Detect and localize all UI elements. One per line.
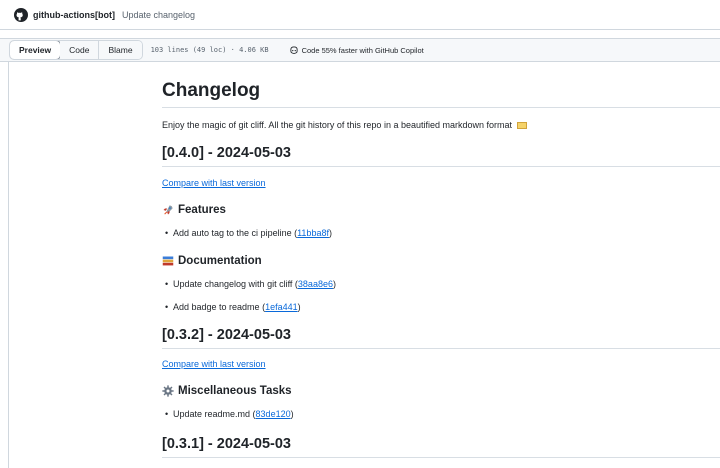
page-title: Changelog [162,80,720,108]
github-logo-icon [14,7,28,22]
list-item: Add auto tag to the ci pipeline (11bba8f… [165,228,332,238]
group-title: Documentation [178,255,262,267]
commit-hash-link[interactable]: 11bba8f [297,228,329,238]
tab-blame[interactable]: Blame [99,41,142,59]
list-item-text: Update readme.md [173,409,251,419]
group-title: Miscellaneous Tasks [178,385,292,397]
envelope-icon [516,122,527,130]
commit-hash-link[interactable]: 1efa441 [265,302,298,312]
view-mode-switcher: Preview Code Blame [9,40,143,60]
file-meta: 103 lines (49 loc) · 4.06 KB [150,46,269,54]
intro-paragraph: Enjoy the magic of git cliff. All the gi… [162,120,527,130]
section-heading-0-3-2: [0.3.2] - 2024-05-03 [162,327,720,349]
tab-code[interactable]: Code [60,41,100,59]
list-item: Add badge to readme (1efa441) [165,302,301,312]
commit-hash-link[interactable]: 83de120 [256,409,291,419]
group-heading-misc: Miscellaneous Tasks [162,385,292,397]
compare-link-0-4-0[interactable]: Compare with last version [162,178,266,188]
rocket-icon [163,205,173,215]
intro-text: Enjoy the magic of git cliff. All the gi… [162,120,513,130]
list-item-text: Add badge to readme [173,302,260,312]
compare-link-0-3-2[interactable]: Compare with last version [162,359,266,369]
books-icon [162,256,174,266]
commit-hash-link[interactable]: 38aa8e6 [298,279,333,289]
commit-message-link[interactable]: Update changelog [122,10,195,20]
group-heading-features: Features [162,204,226,216]
copilot-icon [290,46,298,54]
copilot-promo-link[interactable]: Code 55% faster with GitHub Copilot [289,45,424,55]
list-item-text: Add auto tag to the ci pipeline [173,228,292,238]
gear-icon [162,385,174,397]
list-item: Update changelog with git cliff (38aa8e6… [165,279,336,289]
file-toolbar: Preview Code Blame 103 lines (49 loc) · … [0,38,720,62]
copilot-promo-text: Code 55% faster with GitHub Copilot [301,45,424,55]
group-title: Features [178,204,226,216]
commit-header: github-actions[bot] Update changelog [0,0,720,30]
tab-preview[interactable]: Preview [9,41,62,59]
commit-author-link[interactable]: github-actions[bot] [33,10,115,20]
list-item: Update readme.md (83de120) [165,409,294,419]
section-heading-0-4-0: [0.4.0] - 2024-05-03 [162,145,720,167]
section-heading-0-3-1: [0.3.1] - 2024-05-03 [162,436,720,458]
list-item-text: Update changelog with git cliff [173,279,293,289]
group-heading-documentation: Documentation [162,255,262,267]
